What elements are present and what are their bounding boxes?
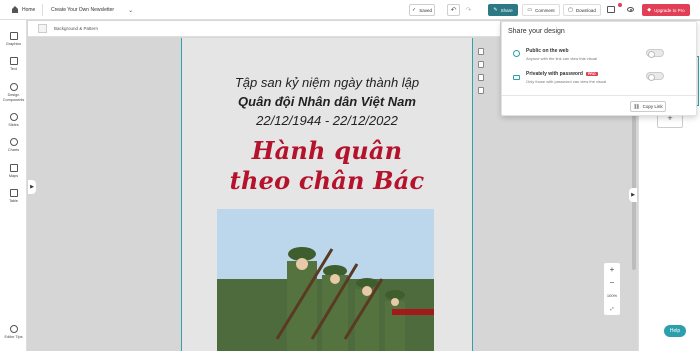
background-pattern-button[interactable]: Background & Pattern bbox=[54, 26, 98, 31]
top-bar: Home Create Your Own Newsletter ⌄ ✓ Save… bbox=[0, 0, 700, 20]
link-icon: ⛓ bbox=[633, 103, 640, 110]
context-toolbar: Background & Pattern bbox=[28, 21, 500, 37]
design-page[interactable]: Tập san kỷ niệm ngày thành lập Quân đội … bbox=[181, 38, 473, 351]
upgrade-button[interactable]: ◆ Upgrade to Pro bbox=[642, 4, 690, 16]
home-icon bbox=[12, 6, 18, 13]
help-button[interactable]: Help bbox=[664, 325, 686, 337]
soldiers-photo[interactable] bbox=[217, 209, 434, 351]
lightbulb-icon bbox=[9, 325, 18, 333]
background-swatch[interactable] bbox=[38, 24, 47, 33]
lock-icon bbox=[513, 75, 520, 80]
chevron-right-icon: ▶ bbox=[631, 192, 635, 198]
sidebar-item-label: Maps bbox=[8, 174, 19, 178]
soldiers-photo-illustration bbox=[217, 209, 434, 351]
left-sidebar: Graphics Text Design Components Slides C… bbox=[0, 20, 27, 351]
sidebar-item-table[interactable]: Table bbox=[0, 189, 27, 204]
undo-button[interactable]: ↶ bbox=[447, 4, 460, 16]
table-icon bbox=[9, 189, 18, 197]
share-button[interactable]: ✎ Share bbox=[488, 4, 518, 16]
public-web-option[interactable]: Public on the web Anyone with the link c… bbox=[502, 45, 696, 67]
lock-icon: ◆ bbox=[647, 7, 652, 13]
copy-page-icon[interactable] bbox=[478, 61, 484, 68]
upgrade-label: Upgrade to Pro bbox=[654, 7, 685, 13]
zoom-out-button[interactable]: − bbox=[604, 276, 620, 289]
copy-link-label: Copy Link bbox=[642, 104, 663, 109]
comment-icon: ▭ bbox=[527, 7, 533, 13]
private-password-toggle[interactable] bbox=[646, 72, 664, 81]
subtitle-dates[interactable]: 22/12/1944 - 22/12/2022 bbox=[182, 113, 472, 128]
comment-label: Comment bbox=[535, 7, 555, 13]
zoom-in-button[interactable]: + bbox=[604, 263, 620, 276]
saved-label: Saved bbox=[419, 7, 432, 13]
sidebar-item-label: Graphics bbox=[5, 42, 22, 46]
slides-icon bbox=[9, 113, 18, 121]
preview-eye-icon[interactable] bbox=[627, 7, 634, 12]
sidebar-item-label: Text bbox=[10, 67, 17, 71]
notification-badge bbox=[618, 3, 622, 7]
graphics-icon bbox=[9, 32, 18, 40]
document-title[interactable]: Create Your Own Newsletter ⌄ bbox=[51, 0, 133, 20]
text-icon bbox=[9, 57, 18, 65]
sidebar-item-graphics[interactable]: Graphics bbox=[0, 32, 27, 47]
page-tools bbox=[478, 48, 488, 100]
sidebar-item-slides[interactable]: Slides bbox=[0, 113, 27, 128]
download-label: Download bbox=[575, 7, 596, 13]
fit-screen-icon[interactable]: ⤢ bbox=[604, 302, 620, 315]
public-web-description: Anyone with the link can view this visua… bbox=[526, 56, 597, 61]
collapse-right-panel-button[interactable]: ▶ bbox=[629, 188, 637, 202]
editor-tips-button[interactable]: Editor Tips bbox=[0, 325, 27, 340]
zoom-level: 100% bbox=[606, 293, 618, 298]
download-button[interactable]: ▢ Download bbox=[563, 4, 601, 16]
private-password-option[interactable]: Privately with password PRO Only those wi… bbox=[502, 68, 696, 90]
globe-icon bbox=[513, 50, 520, 57]
redo-icon: ↷ bbox=[465, 7, 472, 14]
sidebar-item-label: Design Components bbox=[2, 93, 25, 102]
redo-button[interactable]: ↷ bbox=[462, 4, 475, 16]
chevron-down-icon[interactable]: ⌄ bbox=[128, 7, 133, 14]
chevron-right-icon: ▶ bbox=[30, 184, 34, 190]
private-password-description: Only those with password can view the vi… bbox=[526, 79, 607, 84]
sidebar-item-label: Slides bbox=[8, 123, 19, 127]
download-icon: ▢ bbox=[568, 7, 573, 13]
editor-tips-label: Editor Tips bbox=[4, 335, 23, 339]
share-title: Share your design bbox=[508, 28, 565, 35]
sidebar-item-label: Charts bbox=[7, 148, 20, 152]
check-icon: ✓ bbox=[412, 7, 417, 13]
sidebar-item-maps[interactable]: Maps bbox=[0, 164, 27, 179]
private-password-label: Privately with password PRO bbox=[526, 71, 598, 77]
document-title-text: Create Your Own Newsletter bbox=[51, 7, 115, 13]
headline-line-2[interactable]: theo chân Bác bbox=[182, 166, 472, 195]
sidebar-item-text[interactable]: Text bbox=[0, 57, 27, 72]
copy-link-button[interactable]: ⛓ Copy Link bbox=[630, 101, 666, 112]
video-icon[interactable] bbox=[607, 6, 615, 13]
home-label: Home bbox=[22, 7, 36, 13]
duplicate-page-icon[interactable] bbox=[478, 48, 484, 55]
delete-page-icon[interactable] bbox=[478, 87, 484, 94]
zoom-controls: + − 100% ⤢ bbox=[604, 263, 620, 315]
headline-line-1[interactable]: Hành quân bbox=[182, 136, 472, 165]
undo-icon: ↶ bbox=[450, 7, 457, 14]
public-web-toggle[interactable] bbox=[646, 49, 664, 58]
comment-button[interactable]: ▭ Comment bbox=[522, 4, 560, 16]
home-button[interactable]: Home bbox=[12, 0, 35, 20]
divider bbox=[42, 4, 43, 16]
sidebar-item-charts[interactable]: Charts bbox=[0, 138, 27, 153]
share-footer: ⛓ Copy Link bbox=[502, 95, 696, 117]
page-settings-icon[interactable] bbox=[478, 74, 484, 81]
charts-icon bbox=[9, 138, 18, 146]
public-web-label: Public on the web bbox=[526, 48, 569, 54]
collapse-left-panel-button[interactable]: ▶ bbox=[28, 180, 36, 194]
sidebar-item-design-components[interactable]: Design Components bbox=[0, 83, 27, 102]
subtitle-line-1[interactable]: Tập san kỷ niệm ngày thành lập bbox=[182, 75, 472, 90]
maps-icon bbox=[9, 164, 18, 172]
share-popover: Share your design Public on the web Anyo… bbox=[501, 21, 697, 116]
subtitle-line-2[interactable]: Quân đội Nhân dân Việt Nam bbox=[182, 94, 472, 109]
share-icon: ✎ bbox=[493, 7, 498, 13]
share-label: Share bbox=[500, 7, 513, 13]
saved-indicator[interactable]: ✓ Saved bbox=[409, 4, 435, 16]
pro-badge: PRO bbox=[585, 71, 598, 76]
private-password-text: Privately with password bbox=[526, 71, 583, 77]
design-components-icon bbox=[9, 83, 18, 91]
sidebar-item-label: Table bbox=[8, 199, 19, 203]
